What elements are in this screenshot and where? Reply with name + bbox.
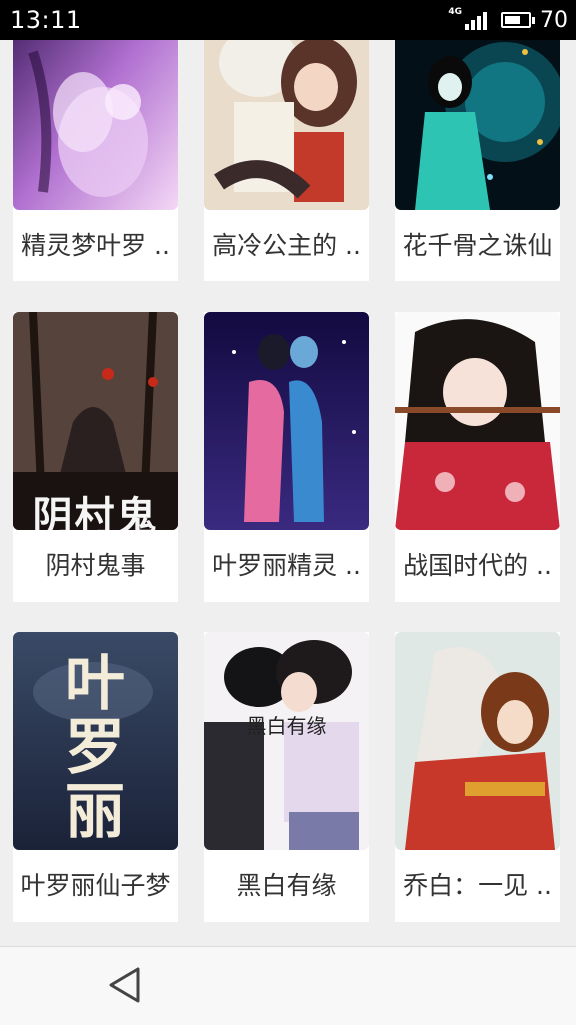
status-bar: 13:11 4G 70 [0, 0, 576, 40]
red-robe-couple-illustration-icon [395, 632, 560, 850]
dancing-couple-illustration-icon [204, 312, 369, 530]
book-title-9: 乔白：一见 .. [403, 871, 552, 900]
network-type-label: 4G [448, 7, 462, 17]
book-cover-5 [204, 312, 369, 530]
book-cover-text-7: 叶罗丽 [65, 649, 125, 847]
book-title-5: 叶罗丽精灵 .. [212, 551, 361, 580]
navigation-bar [0, 946, 576, 1025]
book-card-2[interactable]: 高冷公主的 .. [204, 0, 369, 281]
book-card-3[interactable]: 花千骨之诛仙 [395, 0, 560, 281]
book-cover-8: 黑白有缘 [204, 632, 369, 850]
back-button[interactable] [100, 963, 150, 1007]
book-title-1: 精灵梦叶罗 .. [21, 231, 170, 260]
book-card-6[interactable]: 战国时代的 .. [395, 312, 560, 602]
book-title-6: 战国时代的 .. [403, 551, 552, 580]
battery-icon [501, 12, 535, 28]
book-card-5[interactable]: 叶罗丽精灵 .. [204, 312, 369, 602]
status-icons: 4G 70 [448, 6, 568, 34]
book-title-4: 阴村鬼事 [45, 551, 146, 580]
battery-percent: 70 [540, 7, 568, 33]
book-card-7[interactable]: 叶罗丽 叶罗丽仙子梦 [13, 632, 178, 922]
book-grid: 精灵梦叶罗 .. 高冷公主的 .. 花千骨之诛仙 阴村鬼 阴村鬼事 叶罗丽精灵 … [0, 0, 576, 946]
flute-girl-illustration-icon [395, 312, 560, 530]
book-cover-4: 阴村鬼事 [13, 312, 178, 530]
book-card-4[interactable]: 阴村鬼事 阴村鬼事 [13, 312, 178, 602]
book-cover-7: 叶罗丽 [13, 632, 178, 850]
book-title-8: 黑白有缘 [236, 871, 337, 900]
book-card-9[interactable]: 乔白：一见 .. [395, 632, 560, 922]
school-couple-illustration-icon [204, 632, 369, 850]
book-cover-9 [395, 632, 560, 850]
battery-fill [505, 16, 521, 24]
book-title-3: 花千骨之诛仙 [402, 231, 553, 260]
book-title-7: 叶罗丽仙子梦 [20, 871, 171, 900]
book-cover-text-8: 黑白有缘 [246, 714, 327, 738]
book-card-1[interactable]: 精灵梦叶罗 .. [13, 0, 178, 281]
back-triangle-icon [109, 967, 140, 1003]
book-card-8[interactable]: 黑白有缘 黑白有缘 [204, 632, 369, 922]
book-cover-6 [395, 312, 560, 530]
book-title-2: 高冷公主的 .. [212, 231, 361, 260]
signal-strength-icon [463, 10, 487, 30]
book-cover-text-4: 阴村鬼事 [32, 494, 159, 530]
status-time: 13:11 [10, 6, 82, 34]
